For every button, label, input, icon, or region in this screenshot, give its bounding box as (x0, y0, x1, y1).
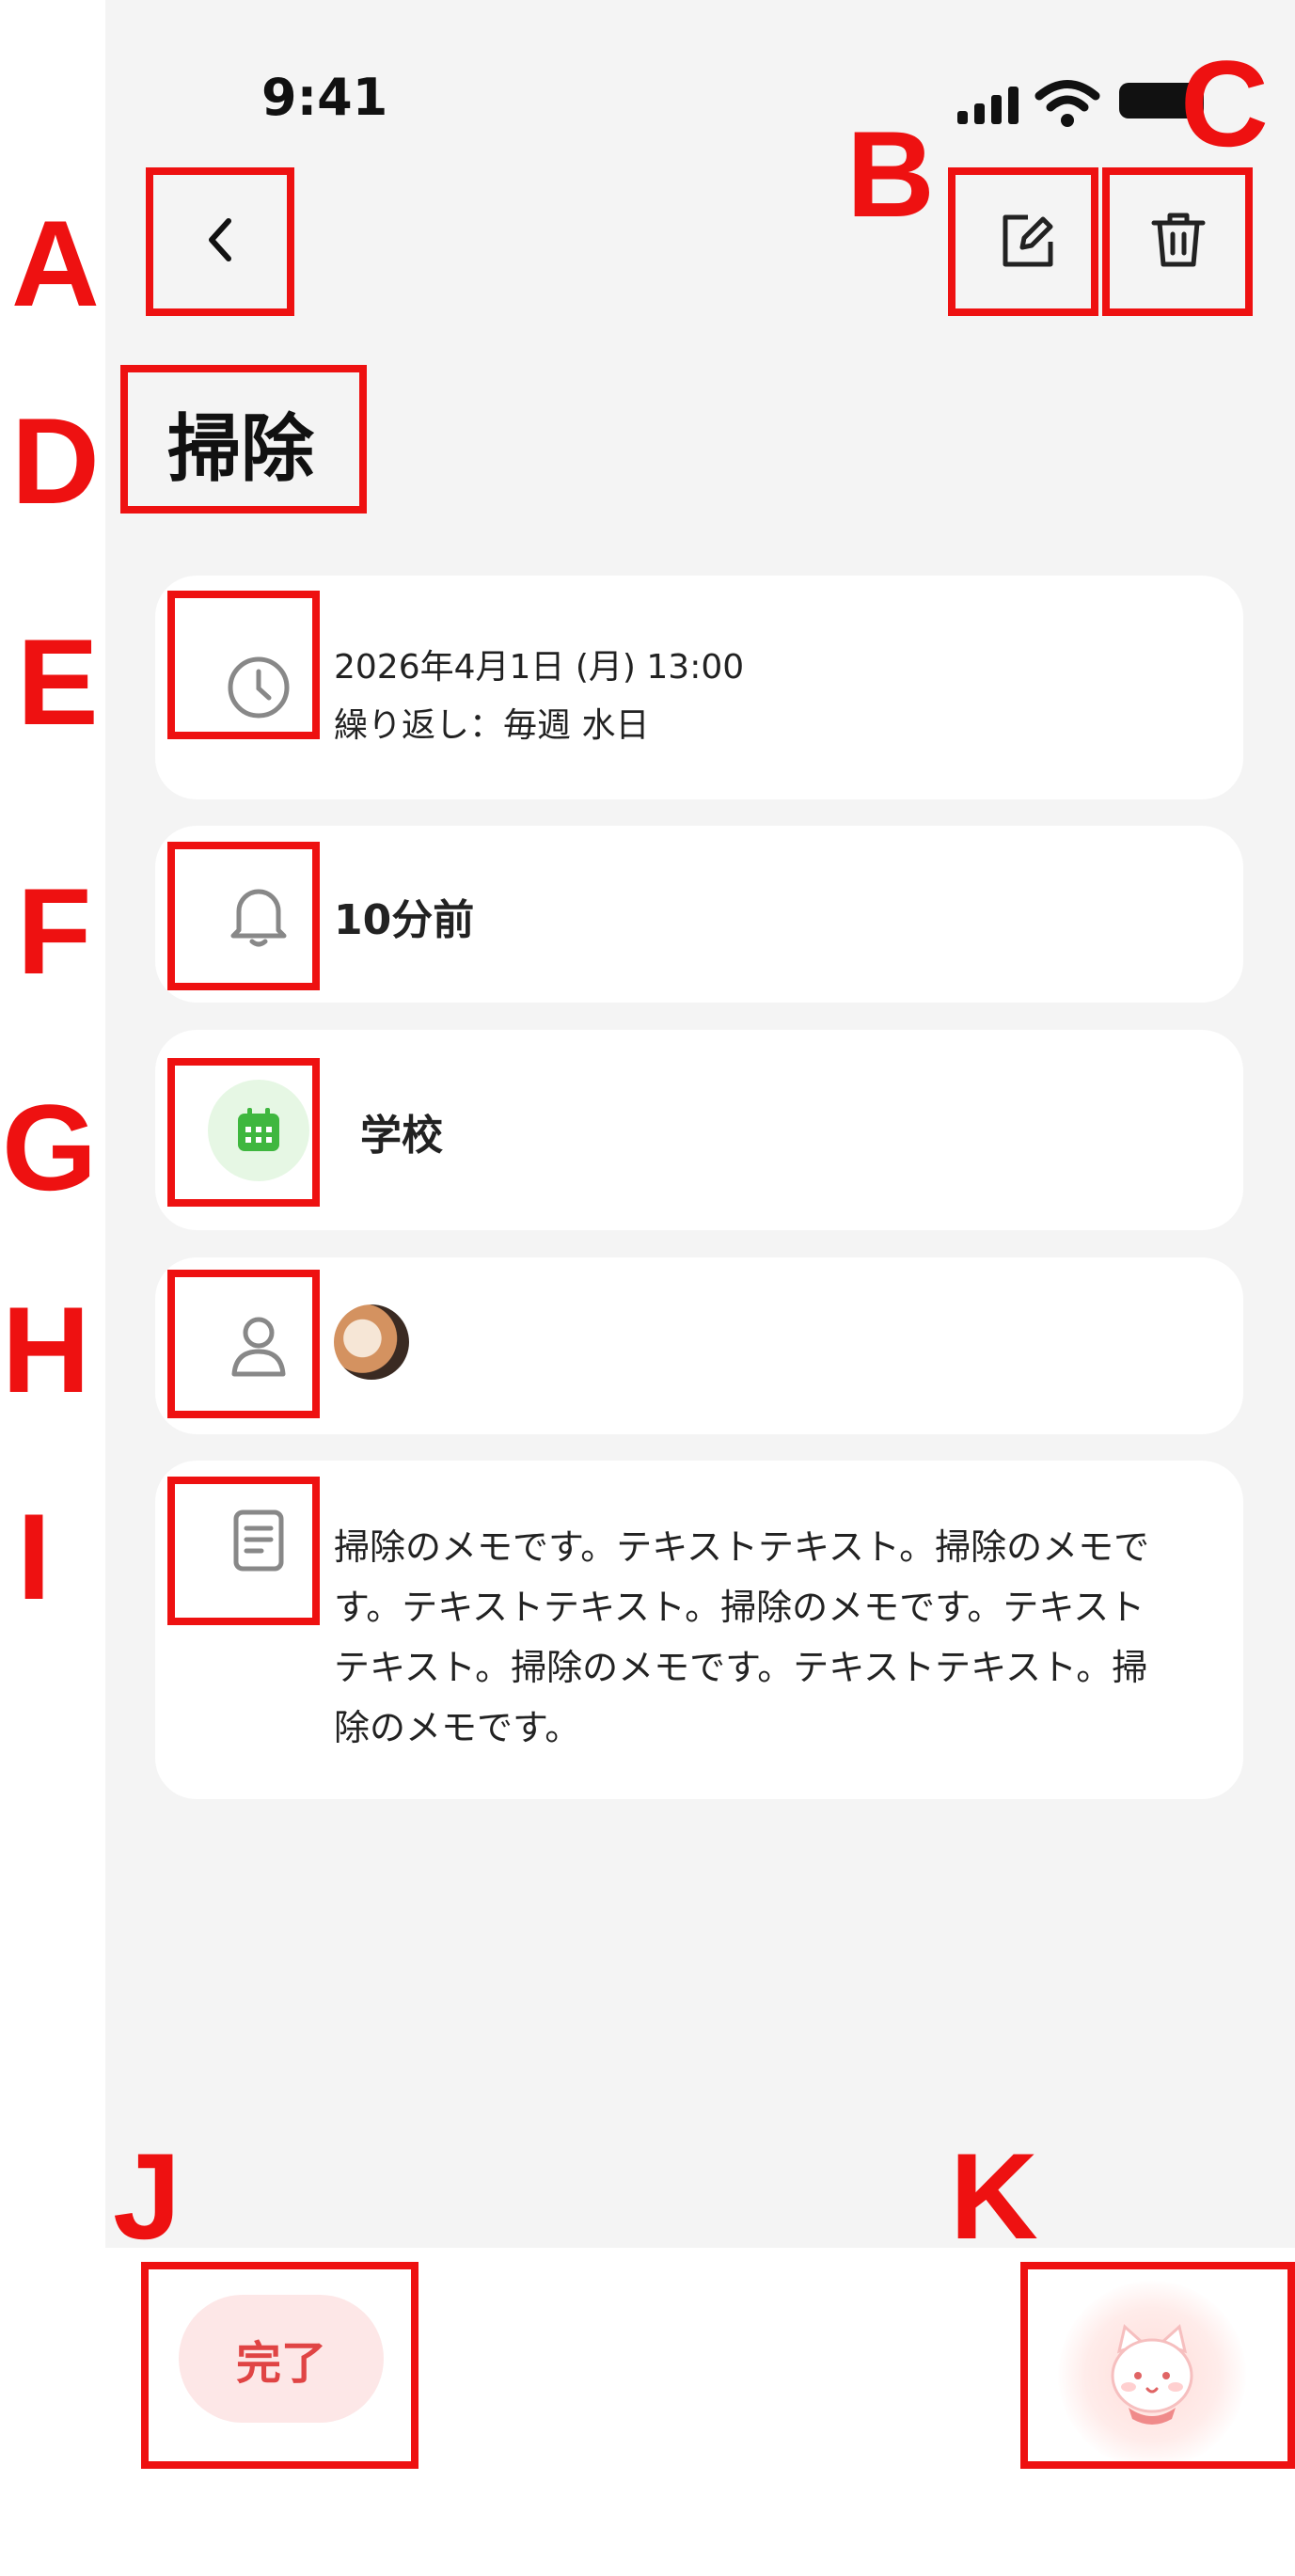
annotation-label-b: B (846, 105, 935, 243)
memo-text: 掃除のメモです。テキストテキスト。掃除のメモです。テキストテキスト。掃除のメモで… (334, 1526, 1150, 1748)
repeat-text: 繰り返し：毎週 水日 (334, 706, 650, 745)
status-time: 9:41 (261, 68, 388, 127)
annotation-label-e: E (17, 613, 99, 751)
signal-icon (957, 87, 1023, 124)
annotation-box-b (948, 167, 1098, 316)
annotation-box-i (167, 1477, 320, 1625)
annotation-box-d (120, 365, 367, 514)
annotation-box-c (1102, 167, 1253, 316)
annotation-box-f (167, 842, 320, 990)
annotation-label-a: A (11, 195, 100, 332)
annotation-box-j (141, 2262, 419, 2469)
annotation-box-a (146, 167, 294, 316)
annotation-label-f: F (17, 862, 92, 1000)
wifi-icon (1034, 77, 1100, 129)
annotation-label-g: G (2, 1079, 98, 1216)
annotation-box-h (167, 1270, 320, 1418)
calendar-name: 学校 (360, 1112, 443, 1160)
annotation-label-c: C (1180, 35, 1269, 172)
annotation-box-k (1020, 2262, 1295, 2469)
reminder-text: 10分前 (334, 896, 475, 944)
datetime-text: 2026年4月1日 (月) 13:00 (334, 648, 745, 687)
annotation-box-e (167, 591, 320, 739)
annotation-label-k: K (950, 2127, 1038, 2265)
annotation-label-j: J (113, 2127, 182, 2265)
assignee-avatar[interactable] (334, 1304, 409, 1380)
annotation-label-d: D (11, 392, 100, 529)
annotation-label-i: I (17, 1488, 52, 1625)
annotation-label-h: H (2, 1281, 90, 1418)
annotation-box-g (167, 1058, 320, 1207)
